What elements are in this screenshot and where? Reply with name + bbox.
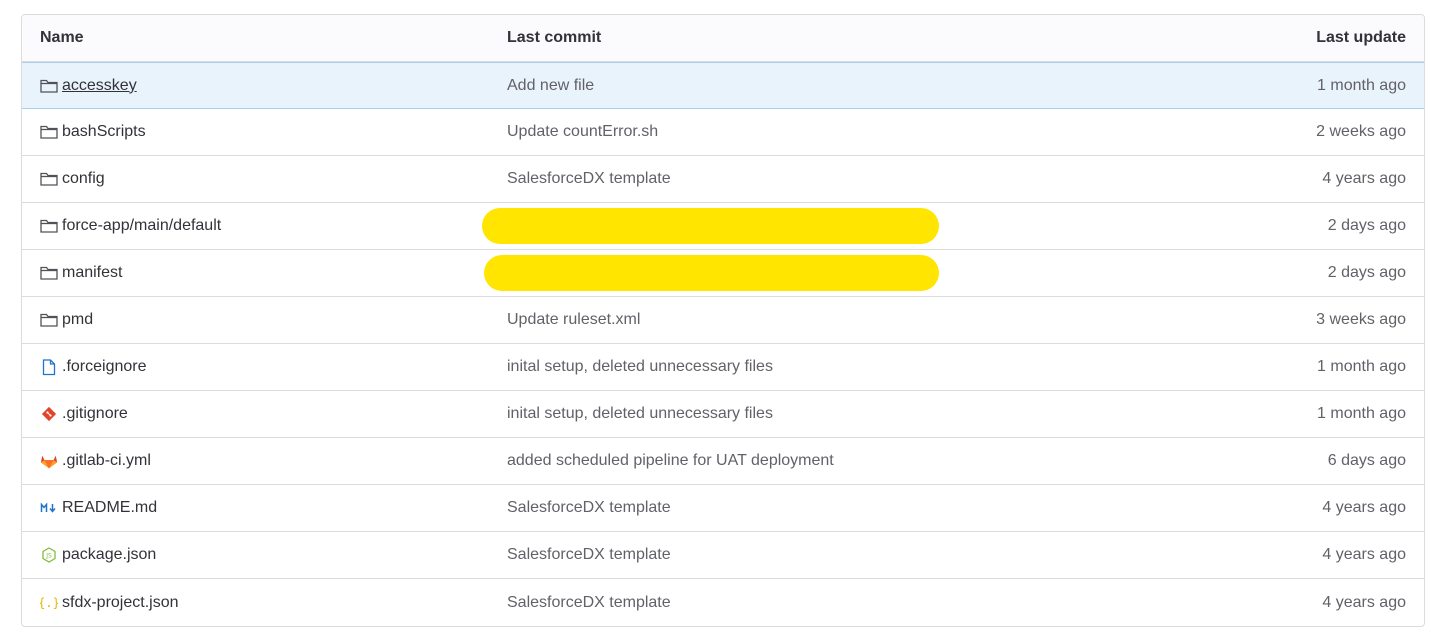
file-name-link[interactable]: manifest xyxy=(62,264,122,282)
table-row[interactable]: JS package.json SalesforceDX template 4 … xyxy=(22,532,1424,579)
table-row[interactable]: {.} sfdx-project.json SalesforceDX templ… xyxy=(22,579,1424,626)
file-name-link[interactable]: .gitlab-ci.yml xyxy=(62,452,151,470)
table-row[interactable]: .forceignore inital setup, deleted unnec… xyxy=(22,344,1424,391)
last-update-time: 3 weeks ago xyxy=(1316,311,1406,328)
table-row[interactable]: pmd Update ruleset.xml 3 weeks ago xyxy=(22,297,1424,344)
file-name-link[interactable]: package.json xyxy=(62,546,156,564)
last-update-time: 2 days ago xyxy=(1327,264,1406,281)
column-header-last-update: Last update xyxy=(1316,29,1406,46)
last-update-time: 4 years ago xyxy=(1322,546,1406,563)
redaction-mark xyxy=(482,208,939,244)
file-icon xyxy=(40,358,58,376)
commit-message-link[interactable]: added scheduled pipeline for UAT deploym… xyxy=(507,438,834,484)
last-update-time: 2 weeks ago xyxy=(1316,123,1406,140)
commit-message-link[interactable]: Add new file xyxy=(507,63,594,108)
folder-icon xyxy=(40,311,58,329)
commit-message-link[interactable]: SalesforceDX template xyxy=(507,485,671,531)
commit-message-link[interactable]: Update countError.sh xyxy=(507,109,658,155)
last-update-time: 1 month ago xyxy=(1317,405,1406,422)
folder-icon xyxy=(40,123,58,141)
table-row[interactable]: config SalesforceDX template 4 years ago xyxy=(22,156,1424,203)
last-update-time: 6 days ago xyxy=(1327,452,1406,469)
git-icon xyxy=(40,405,58,423)
table-header: Name Last commit Last update xyxy=(22,15,1424,62)
file-name-link[interactable]: bashScripts xyxy=(62,123,146,141)
last-update-time: 1 month ago xyxy=(1317,358,1406,375)
file-name-link[interactable]: config xyxy=(62,170,105,188)
file-name-link[interactable]: pmd xyxy=(62,311,93,329)
last-update-time: 2 days ago xyxy=(1327,217,1406,234)
table-row[interactable]: .gitlab-ci.yml added scheduled pipeline … xyxy=(22,438,1424,485)
nodejs-icon: JS xyxy=(40,546,58,564)
commit-message-link[interactable]: SalesforceDX template xyxy=(507,532,671,578)
table-row[interactable]: bashScripts Update countError.sh 2 weeks… xyxy=(22,109,1424,156)
column-header-last-commit: Last commit xyxy=(507,29,602,46)
table-row[interactable]: accesskey Add new file 1 month ago xyxy=(22,62,1424,109)
file-name-link[interactable]: force-app/main/default xyxy=(62,217,221,235)
folder-icon xyxy=(40,264,58,282)
folder-icon xyxy=(40,217,58,235)
table-row[interactable]: .gitignore inital setup, deleted unneces… xyxy=(22,391,1424,438)
commit-message-link[interactable]: SalesforceDX template xyxy=(507,579,671,626)
markdown-icon xyxy=(40,499,58,517)
file-name-link[interactable]: sfdx-project.json xyxy=(62,594,179,612)
table-row[interactable]: README.md SalesforceDX template 4 years … xyxy=(22,485,1424,532)
gitlab-icon xyxy=(40,452,58,470)
redaction-mark xyxy=(484,255,939,291)
commit-message-link[interactable]: inital setup, deleted unnecessary files xyxy=(507,344,773,390)
file-tree-table: Name Last commit Last update accesskey A… xyxy=(21,14,1425,627)
file-name-link[interactable]: .forceignore xyxy=(62,358,147,376)
folder-icon xyxy=(40,77,58,95)
last-update-time: 4 years ago xyxy=(1322,499,1406,516)
json-icon: {.} xyxy=(40,594,58,612)
last-update-time: 1 month ago xyxy=(1317,76,1406,94)
file-name-link[interactable]: .gitignore xyxy=(62,405,128,423)
folder-icon xyxy=(40,170,58,188)
commit-message-link[interactable]: inital setup, deleted unnecessary files xyxy=(507,391,773,437)
svg-text:{.}: {.} xyxy=(40,596,58,610)
file-name-link[interactable]: README.md xyxy=(62,499,157,517)
last-update-time: 4 years ago xyxy=(1322,170,1406,187)
table-row[interactable]: manifest 2 days ago xyxy=(22,250,1424,297)
last-update-time: 4 years ago xyxy=(1322,593,1406,611)
table-row[interactable]: force-app/main/default 2 days ago xyxy=(22,203,1424,250)
svg-text:JS: JS xyxy=(45,553,52,560)
commit-message-link[interactable]: SalesforceDX template xyxy=(507,156,671,202)
column-header-name: Name xyxy=(40,29,84,46)
file-name-link[interactable]: accesskey xyxy=(62,77,137,95)
commit-message-link[interactable]: Update ruleset.xml xyxy=(507,297,640,343)
